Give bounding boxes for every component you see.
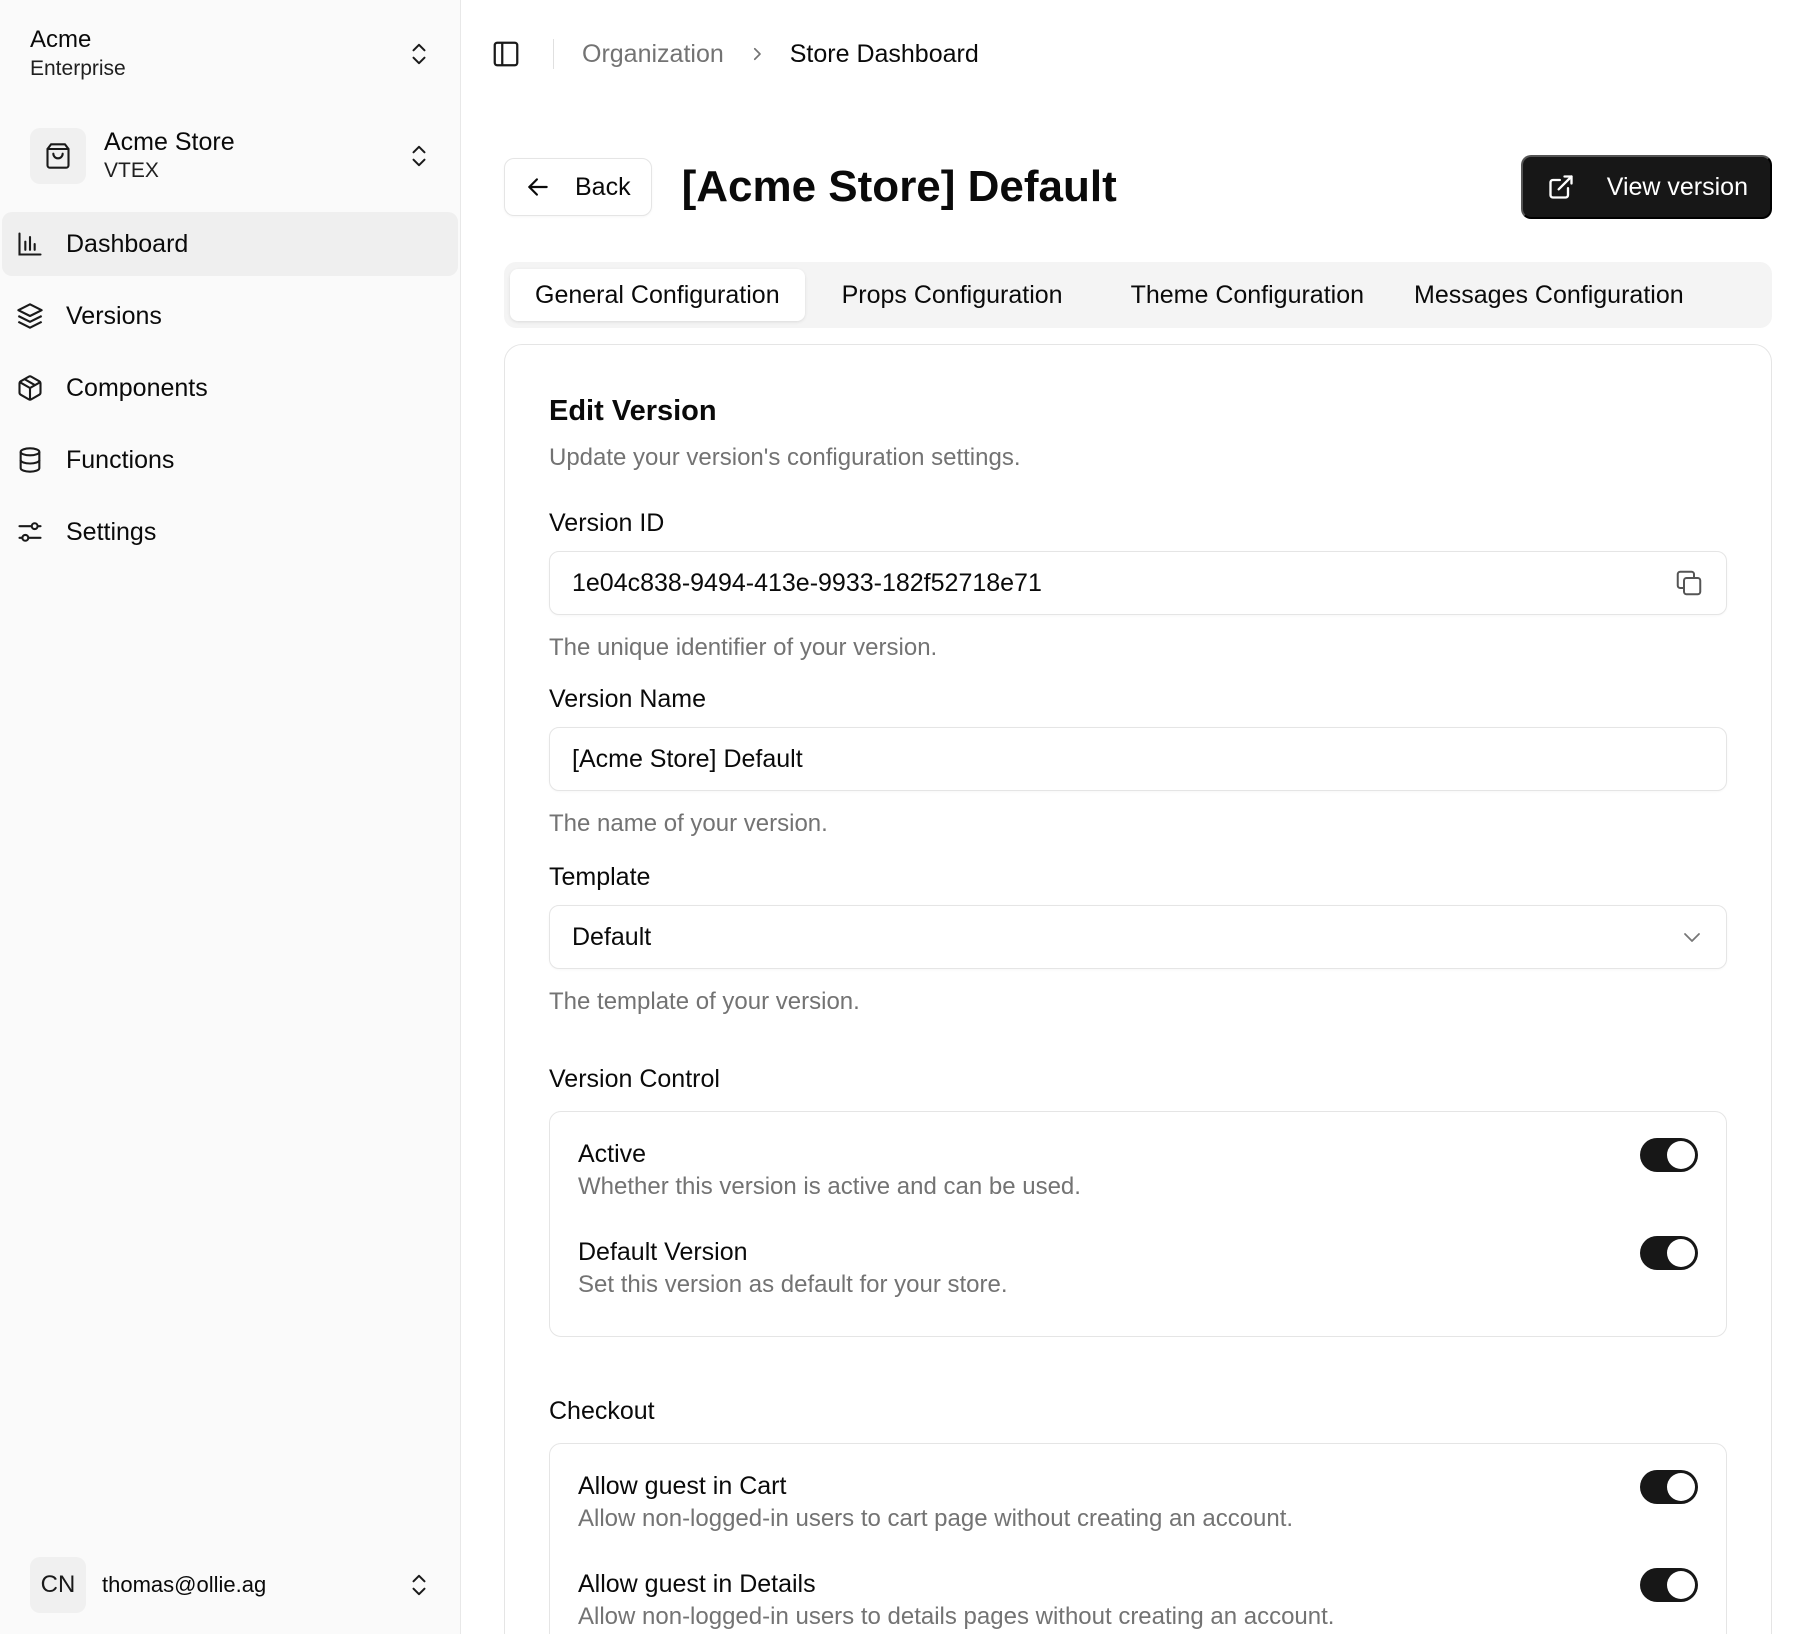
- breadcrumb-organization[interactable]: Organization: [582, 40, 724, 69]
- view-version-button[interactable]: View version: [1520, 155, 1772, 219]
- toggle-title: Allow guest in Details: [578, 1570, 816, 1598]
- database-icon: [19, 447, 41, 473]
- sidebar-item-label: Components: [66, 373, 208, 402]
- arrow-left-icon: [528, 178, 548, 196]
- toggle-description: Whether this version is active and can b…: [578, 1173, 1081, 1200]
- box-icon: [18, 375, 42, 401]
- copy-icon[interactable]: [1674, 568, 1704, 598]
- version-id-label: Version ID: [549, 509, 665, 537]
- checkout-title: Checkout: [549, 1397, 655, 1425]
- bar-chart-icon: [18, 232, 42, 256]
- toggle-knob: [1667, 1239, 1695, 1267]
- sidebar-item-versions[interactable]: Versions: [2, 284, 458, 348]
- sidebar-item-dashboard[interactable]: Dashboard: [2, 212, 458, 276]
- main-content: Organization Store Dashboard Back [Acme …: [461, 0, 1802, 1634]
- sliders-icon: [18, 522, 42, 542]
- version-control-title: Version Control: [549, 1065, 720, 1093]
- sidebar-item-settings[interactable]: Settings: [2, 500, 458, 564]
- topbar: Organization Store Dashboard: [491, 30, 979, 78]
- version-id-input[interactable]: [572, 568, 1674, 598]
- card-description: Update your version's configuration sett…: [549, 444, 1021, 471]
- store-switcher[interactable]: Acme Store VTEX: [0, 124, 460, 188]
- back-button[interactable]: Back: [504, 158, 652, 216]
- toggle-row-guest-cart: Allow guest in Cart Allow non-logged-in …: [578, 1470, 1698, 1568]
- org-plan: Enterprise: [30, 57, 126, 80]
- version-name-input[interactable]: [572, 744, 1704, 774]
- toggle-title: Default Version: [578, 1238, 748, 1266]
- sidebar: Acme Enterprise Acme Store VTEX Dashboar…: [0, 0, 461, 1634]
- chevrons-up-down-icon: [412, 1574, 426, 1596]
- shopping-bag-icon: [46, 143, 70, 169]
- chevron-right-icon: [753, 47, 761, 61]
- version-name-field: [549, 727, 1727, 791]
- chevrons-up-down-icon: [412, 145, 426, 167]
- sidebar-item-label: Settings: [66, 517, 157, 546]
- sidebar-item-label: Functions: [66, 445, 175, 474]
- external-link-icon: [1549, 175, 1573, 199]
- breadcrumb-current: Store Dashboard: [789, 39, 979, 68]
- sidebar-item-label: Dashboard: [66, 229, 189, 258]
- toggle-knob: [1667, 1141, 1695, 1169]
- card-title: Edit Version: [549, 395, 717, 427]
- store-name: Acme Store: [104, 128, 235, 156]
- sidebar-item-label: Versions: [66, 301, 162, 330]
- guest-details-toggle[interactable]: [1640, 1568, 1698, 1602]
- view-version-label: View version: [1606, 172, 1748, 201]
- template-help: The template of your version.: [549, 988, 860, 1015]
- active-toggle[interactable]: [1640, 1138, 1698, 1172]
- tabs: General Configuration Props Configuratio…: [504, 262, 1772, 328]
- edit-version-card: Edit Version Update your version's confi…: [504, 344, 1772, 1634]
- sidebar-item-components[interactable]: Components: [2, 356, 458, 420]
- tab-messages-configuration[interactable]: Messages Configuration: [1389, 269, 1709, 321]
- sidebar-nav: Dashboard Versions Components Functions: [0, 212, 460, 572]
- tab-theme-configuration[interactable]: Theme Configuration: [1106, 269, 1389, 321]
- version-name-label: Version Name: [549, 685, 707, 713]
- template-value: Default: [572, 922, 652, 951]
- store-icon-box: [30, 128, 86, 184]
- avatar: CN: [30, 1557, 86, 1613]
- toggle-row-default-version: Default Version Set this version as defa…: [578, 1236, 1698, 1334]
- guest-cart-toggle[interactable]: [1640, 1470, 1698, 1504]
- chevron-down-icon: [1684, 933, 1700, 942]
- toggle-knob: [1667, 1571, 1695, 1599]
- chevrons-up-down-icon: [412, 43, 426, 65]
- sidebar-item-functions[interactable]: Functions: [2, 428, 458, 492]
- tab-general-configuration[interactable]: General Configuration: [510, 269, 805, 321]
- version-id-help: The unique identifier of your version.: [549, 634, 938, 661]
- page-header: Back [Acme Store] Default View version: [504, 154, 1772, 220]
- divider: [553, 39, 554, 69]
- template-select[interactable]: Default: [549, 905, 1727, 969]
- toggle-description: Allow non-logged-in users to cart page w…: [578, 1505, 1294, 1532]
- checkout-group: Allow guest in Cart Allow non-logged-in …: [549, 1443, 1727, 1634]
- breadcrumb: Organization Store Dashboard: [582, 40, 979, 69]
- toggle-knob: [1667, 1473, 1695, 1501]
- toggle-row-guest-details: Allow guest in Details Allow non-logged-…: [578, 1568, 1698, 1634]
- sidebar-toggle-icon[interactable]: [491, 39, 521, 69]
- default-version-toggle[interactable]: [1640, 1236, 1698, 1270]
- user-email: thomas@ollie.ag: [102, 1572, 267, 1597]
- toggle-row-active: Active Whether this version is active an…: [578, 1138, 1698, 1236]
- app: Acme Enterprise Acme Store VTEX Dashboar…: [0, 0, 1802, 1634]
- store-platform: VTEX: [104, 159, 159, 182]
- user-switcher[interactable]: CN thomas@ollie.ag: [0, 1554, 460, 1616]
- version-control-group: Active Whether this version is active an…: [549, 1111, 1727, 1337]
- org-switcher[interactable]: Acme Enterprise: [0, 24, 460, 84]
- org-name: Acme: [30, 26, 92, 53]
- toggle-title: Active: [578, 1140, 647, 1168]
- tab-props-configuration[interactable]: Props Configuration: [817, 269, 1088, 321]
- toggle-title: Allow guest in Cart: [578, 1472, 787, 1500]
- layers-icon: [17, 303, 43, 329]
- version-id-field: [549, 551, 1727, 615]
- back-label: Back: [575, 172, 631, 201]
- toggle-description: Allow non-logged-in users to details pag…: [578, 1603, 1335, 1630]
- template-label: Template: [549, 863, 651, 891]
- page-title: [Acme Store] Default: [681, 162, 1117, 211]
- toggle-description: Set this version as default for your sto…: [578, 1271, 1008, 1298]
- version-name-help: The name of your version.: [549, 810, 828, 837]
